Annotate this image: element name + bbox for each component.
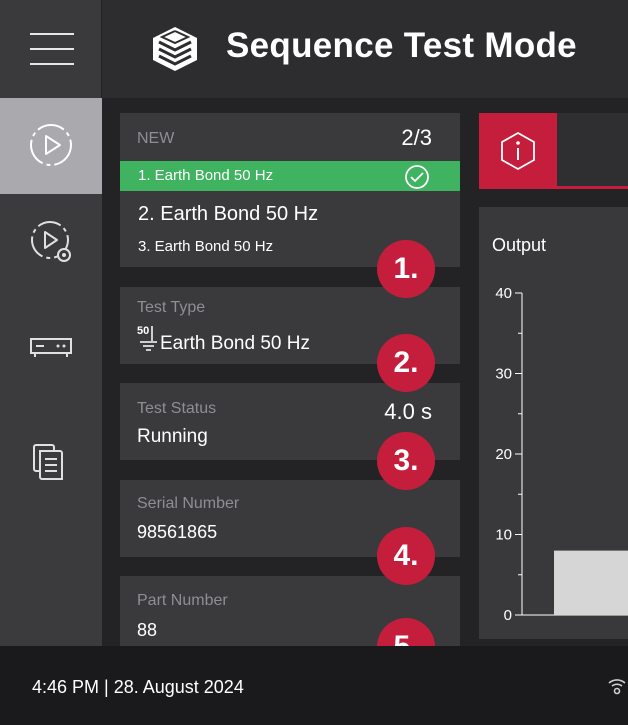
sequence-label: NEW	[137, 130, 175, 147]
documents-icon	[33, 444, 63, 480]
sequence-step-completed: 1. Earth Bond 50 Hz	[120, 161, 460, 191]
test-status-value: Running	[137, 426, 208, 447]
callout-badge: 4.	[377, 527, 435, 585]
play-settings-icon	[31, 221, 71, 262]
y-tick-label: 30	[495, 366, 512, 383]
chart-bar	[554, 550, 628, 615]
y-tick-label: 0	[504, 607, 512, 624]
test-status-label: Test Status	[137, 400, 217, 417]
y-tick-label: 20	[495, 446, 512, 463]
hamburger-icon	[30, 33, 74, 35]
sidebar-item-sequence-settings[interactable]	[0, 194, 102, 290]
hamburger-icon-line	[30, 63, 74, 65]
sidebar-item-run-test[interactable]	[0, 98, 102, 194]
y-tick-label: 10	[495, 527, 512, 544]
cube-logo-icon	[153, 27, 197, 71]
info-hexagon-icon	[501, 131, 535, 171]
serial-number-label: Serial Number	[137, 495, 240, 512]
chart-plot: 40 30 20 10 0	[495, 285, 628, 624]
wifi-icon	[608, 679, 626, 695]
earth-bond-icon-text: 50	[137, 325, 150, 337]
output-chart: Output 40 30 20 10 0	[479, 207, 628, 639]
test-type-label: Test Type	[137, 299, 206, 316]
check-circle-icon	[405, 165, 429, 189]
hamburger-menu-button[interactable]	[0, 0, 102, 98]
hamburger-icon-line	[30, 48, 74, 50]
info-button[interactable]	[479, 113, 557, 189]
page-title: Sequence Test Mode	[226, 26, 577, 65]
sidebar	[0, 98, 102, 646]
status-bar: 4:46 PM | 28. August 2024	[0, 646, 628, 725]
test-type-value: Earth Bond 50 Hz	[160, 333, 310, 354]
test-time: 4.0 s	[384, 399, 432, 424]
callout-badge: 1.	[377, 240, 435, 298]
callout-badge: 3.	[377, 432, 435, 490]
y-tick-label: 40	[495, 285, 512, 302]
part-number-value: 88	[137, 620, 158, 640]
info-panel	[479, 113, 628, 189]
callout-badge: 2.	[377, 334, 435, 392]
device-icon	[30, 338, 72, 357]
part-number-label: Part Number	[137, 592, 228, 609]
sequence-step-current: 2. Earth Bond 50 Hz	[138, 203, 319, 225]
sequence-step-label: 1. Earth Bond 50 Hz	[138, 167, 274, 184]
sidebar-item-documents[interactable]	[0, 416, 102, 512]
play-circle-icon	[30, 124, 72, 166]
date-time: 4:46 PM | 28. August 2024	[32, 677, 244, 697]
sequence-step-next: 3. Earth Bond 50 Hz	[138, 238, 274, 255]
serial-number-value: 98561865	[137, 522, 218, 542]
sidebar-item-device[interactable]	[0, 307, 102, 403]
sequence-counter: 2/3	[401, 125, 432, 150]
top-bar: Sequence Test Mode	[0, 0, 628, 98]
